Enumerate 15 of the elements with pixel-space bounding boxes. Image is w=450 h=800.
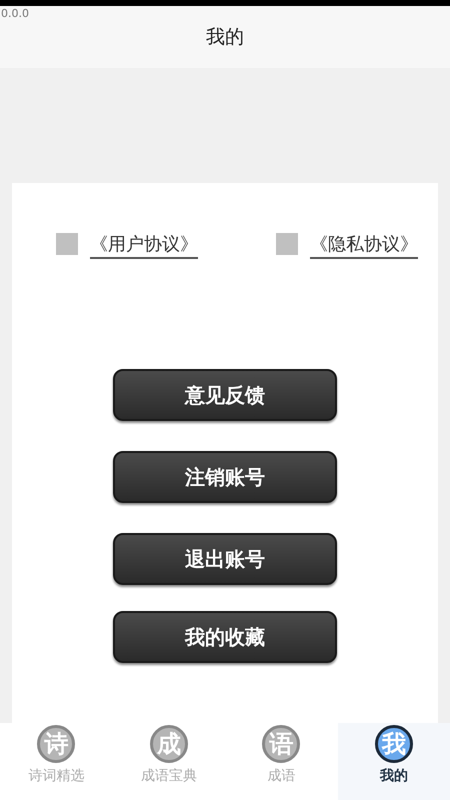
menu-button[interactable]: 意见反馈 bbox=[113, 369, 337, 421]
menu-button[interactable]: 退出账号 bbox=[113, 533, 337, 585]
agreement-link[interactable]: 《隐私协议》 bbox=[310, 233, 418, 259]
version-text: 0.0.0 bbox=[1, 7, 29, 20]
character-icon: 语 bbox=[262, 725, 300, 763]
character-icon: 成 bbox=[150, 725, 188, 763]
character-icon: 我 bbox=[374, 725, 413, 763]
character-icon: 诗 bbox=[37, 725, 76, 763]
menu-button[interactable]: 我的收藏 bbox=[113, 611, 337, 663]
checkbox[interactable] bbox=[56, 233, 78, 255]
menu-button[interactable]: 注销账号 bbox=[113, 451, 337, 503]
agreement-link[interactable]: 《用户协议》 bbox=[90, 233, 198, 259]
checkbox[interactable] bbox=[276, 233, 298, 255]
page-title: 我的 bbox=[206, 25, 244, 50]
tab[interactable]: 我 我的 bbox=[338, 723, 450, 800]
